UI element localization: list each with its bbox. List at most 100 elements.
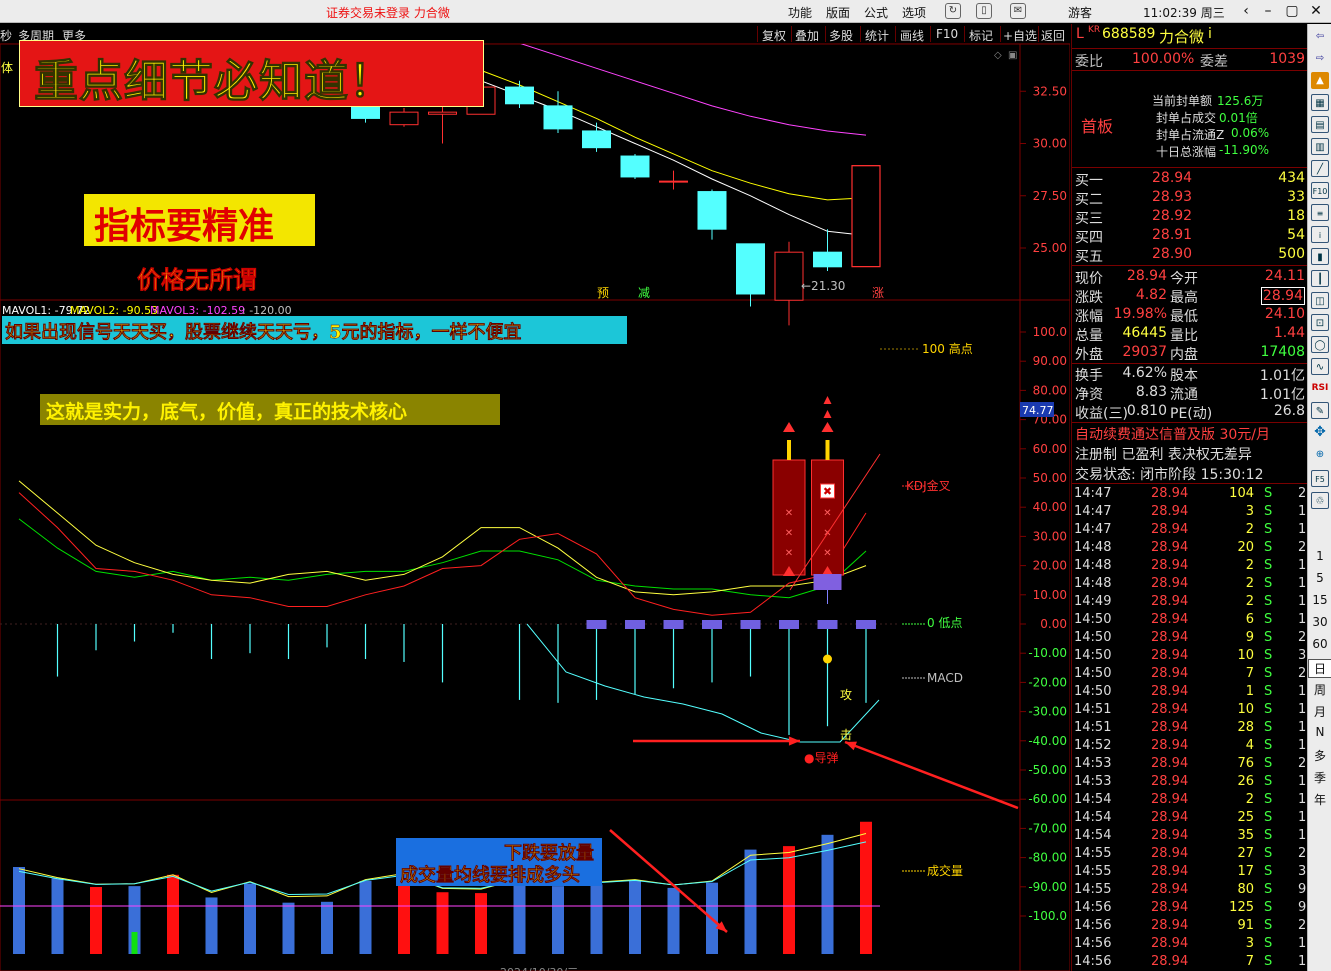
candle-body[interactable] [736,243,765,295]
btn-overlay[interactable]: 叠加 [795,27,819,44]
period-4[interactable]: 60 [1308,637,1331,651]
bid-row[interactable]: 买四 28.91 54 [1072,226,1307,246]
volume-bar[interactable] [51,878,64,954]
volume-bar[interactable] [244,883,256,954]
line-chart-icon[interactable]: ╱ [1311,160,1329,177]
recycle-icon[interactable]: ♲ [1311,492,1329,509]
menu-formula[interactable]: 公式 [864,4,888,21]
period-0[interactable]: 1 [1308,549,1331,563]
scale-icon[interactable]: ⊡ [1311,314,1329,331]
candle-body[interactable] [697,191,727,230]
mail-icon[interactable]: ✉ [1010,3,1026,19]
volume-bar[interactable] [860,821,872,954]
bid-row[interactable]: 买一 28.94 434 [1072,169,1307,189]
candle-body[interactable] [582,130,611,149]
volume-bar[interactable] [359,880,372,954]
btn-draw-line[interactable]: 画线 [900,27,924,44]
candle-body[interactable] [505,86,534,105]
wave-icon[interactable]: ∿ [1311,358,1329,375]
kline-chart[interactable]: 40.0037.5035.0032.5030.0027.5025.00 100.… [0,44,1070,971]
period-6[interactable]: 周 [1308,681,1331,698]
volume-bar[interactable] [513,880,526,954]
kline-icon[interactable]: ┃ [1311,270,1329,287]
volume-bar[interactable] [90,887,102,954]
table-icon[interactable]: ▤ [1311,116,1329,133]
candle-body[interactable] [851,165,881,268]
cap-icon[interactable]: ▲ [1311,72,1329,89]
user-label[interactable]: 游客 [1068,4,1092,21]
menu-options[interactable]: 选项 [902,4,926,21]
candle-body[interactable] [813,251,842,268]
btn-multi-stock[interactable]: 多股 [829,27,853,44]
menu-function[interactable]: 功能 [788,4,812,21]
period-8[interactable]: N [1308,725,1331,739]
btn-return[interactable]: 返回 [1041,27,1065,44]
period-2[interactable]: 15 [1308,593,1331,607]
period-1[interactable]: 5 [1308,571,1331,585]
stock-info-icon[interactable]: i [1208,26,1212,42]
volume-bar[interactable] [436,892,449,954]
f5-icon[interactable]: F5 [1311,470,1329,487]
volume-bar[interactable] [13,867,25,954]
volume-bar[interactable] [475,893,487,954]
maximize-icon[interactable]: ▢ [1282,2,1302,20]
move-icon[interactable]: ✥ [1311,424,1329,441]
btn-f10[interactable]: F10 [936,27,958,41]
bid-row[interactable]: 买二 28.93 33 [1072,188,1307,208]
volume-bar[interactable] [744,849,757,954]
period-3[interactable]: 30 [1308,615,1331,629]
stock-header[interactable]: L KR 688589 力合微 i [1072,25,1307,47]
volume-bar[interactable] [552,886,564,954]
volume-bar[interactable] [821,834,834,954]
chart-option-icon[interactable]: ◇ [994,50,1002,61]
candle-body[interactable] [428,111,457,115]
candle-body[interactable] [774,251,804,301]
period-second[interactable]: 秒 [0,27,12,44]
chart-icon[interactable]: ▥ [1311,138,1329,155]
nav-forward-icon[interactable]: ⇨ [1311,50,1329,67]
period-10[interactable]: 季 [1308,769,1331,786]
volume-bar[interactable] [590,884,603,954]
candle-body[interactable] [543,105,573,130]
bars-icon[interactable]: ▮ [1311,248,1329,265]
volume-bar[interactable] [321,901,333,954]
bid-row[interactable]: 买三 28.92 18 [1072,207,1307,227]
refresh-icon[interactable]: ↻ [945,3,961,19]
bid-row[interactable]: 买五 28.90 500 [1072,245,1307,265]
tick-volume: 9 [1245,630,1254,645]
btn-mark[interactable]: 标记 [969,27,993,44]
promo-row[interactable]: 自动续费通达信普及版 30元/月 [1072,423,1307,444]
close-icon[interactable]: ✕ [1306,2,1326,20]
phone-icon[interactable]: ▯ [976,3,992,19]
news-icon[interactable]: ≡ [1311,204,1329,221]
volume-bar[interactable] [629,880,641,954]
zoom-in-icon[interactable]: ⊕ [1311,446,1329,463]
period-5[interactable]: 日 [1308,659,1331,678]
back-icon[interactable]: ‹ [1236,2,1256,20]
rsi-icon[interactable]: RSI [1311,380,1329,397]
volume-bar[interactable] [667,887,680,954]
candle-body[interactable] [389,111,419,126]
minimize-icon[interactable]: – [1258,2,1278,20]
f10-icon[interactable]: F10 [1311,182,1329,199]
circle-icon[interactable]: ◯ [1311,336,1329,353]
chart-layout-icon[interactable]: ▣ [1008,50,1017,61]
volume-bar[interactable] [167,874,179,954]
volume-bar[interactable] [783,846,795,954]
period-7[interactable]: 月 [1308,703,1331,720]
tool-icon[interactable]: ✎ [1311,402,1329,419]
promo-text[interactable]: 自动续费通达信普及版 30元/月 [1075,424,1270,444]
period-9[interactable]: 多 [1308,747,1331,764]
candle-body[interactable] [659,180,688,183]
btn-fuquan[interactable]: 复权 [762,27,786,44]
compare-icon[interactable]: ◫ [1311,292,1329,309]
menu-layout[interactable]: 版面 [826,4,850,21]
volume-bar[interactable] [282,902,295,954]
btn-add-watchlist[interactable]: +自选 [1003,27,1037,44]
candle-body[interactable] [620,155,650,178]
period-11[interactable]: 年 [1308,791,1331,808]
grid-icon[interactable]: ▦ [1311,94,1329,111]
nav-back-icon[interactable]: ⇦ [1311,28,1329,45]
info-icon[interactable]: i [1311,226,1329,243]
btn-statistics[interactable]: 统计 [865,27,889,44]
